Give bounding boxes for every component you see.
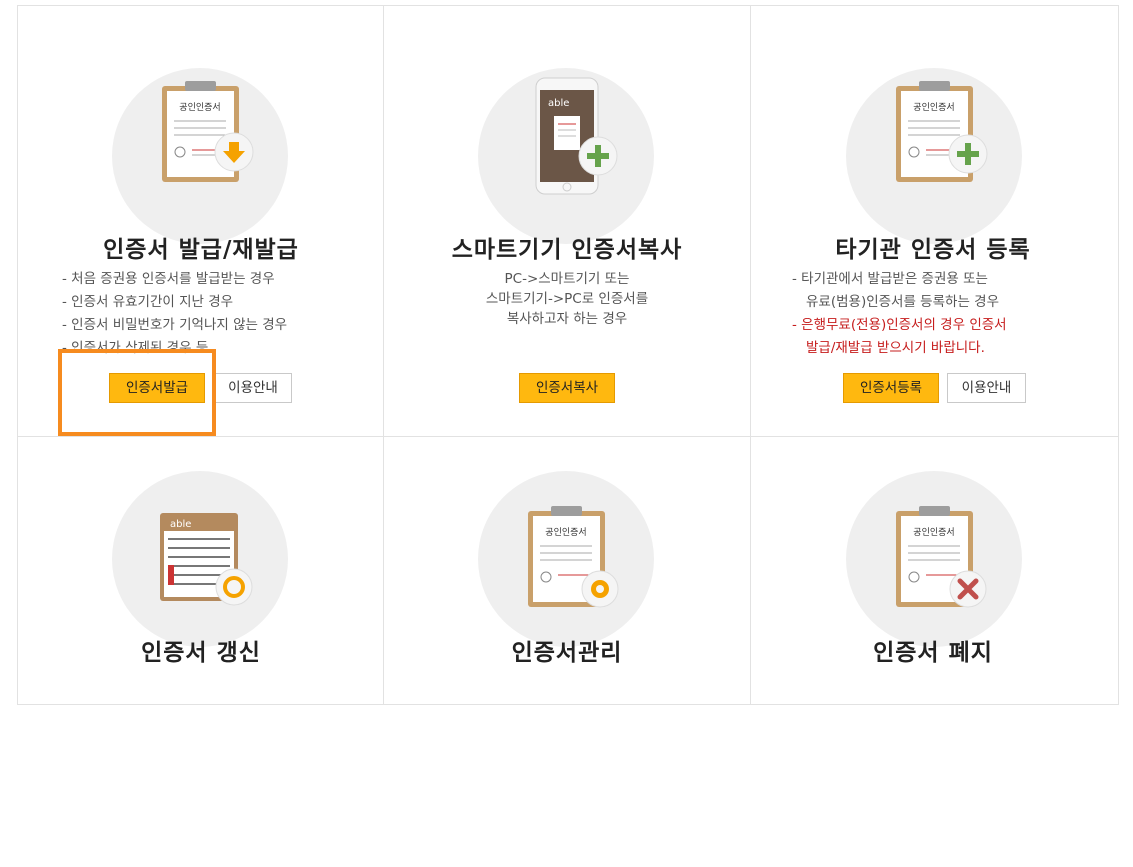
description-line: - 인증서가 삭제된 경우 등 (62, 340, 209, 356)
card-icon-circle: 공인인증서 (846, 68, 1022, 244)
card-issue-certificate: 공인인증서 인증서 발급/재발급 - 처음 증권용 인증서를 발급받는 경우 -… (18, 6, 384, 436)
usage-guide-button[interactable]: 이용안내 (214, 373, 292, 403)
description-line: - 인증서 유효기간이 지난 경우 (62, 294, 234, 310)
certificate-menu-grid: 공인인증서 인증서 발급/재발급 - 처음 증권용 인증서를 발급받는 경우 -… (17, 5, 1119, 705)
clipboard-title: 공인인증서 (913, 102, 954, 113)
certificate-settings-icon: 공인인증서 (528, 506, 619, 608)
description-line: 복사하고자 하는 경우 (506, 311, 628, 327)
copy-certificate-button[interactable]: 인증서복사 (519, 373, 615, 403)
card-title: 인증서관리 (511, 640, 623, 666)
card-register-other-certificate: 공인인증서 타기관 인증서 등록 - 타기관에서 발급받은 증권용 또는 유료(… (750, 6, 1116, 436)
card-title: 인증서 갱신 (141, 640, 261, 666)
certificate-delete-icon: 공인인증서 (896, 506, 987, 608)
description-line: PC->스마트기기 또는 (504, 271, 630, 287)
description-line: 유료(범용)인증서를 등록하는 경우 (806, 294, 999, 310)
phone-brand: able (548, 98, 569, 109)
description-line: - 처음 증권용 인증서를 발급받는 경우 (62, 271, 275, 287)
card-title: 스마트기기 인증서복사 (451, 237, 683, 263)
register-certificate-button[interactable]: 인증서등록 (843, 373, 939, 403)
card-description: PC->스마트기기 또는 스마트기기->PC로 인증서를 복사하고자 하는 경우 (384, 269, 750, 329)
card-title: 인증서 발급/재발급 (103, 237, 299, 263)
card-icon-circle: able (112, 471, 288, 647)
card-revoke-certificate: 공인인증서 인증서 폐지 (750, 437, 1116, 867)
calendar-brand: able (170, 519, 191, 530)
certificate-add-icon: 공인인증서 (896, 81, 988, 182)
issue-certificate-button[interactable]: 인증서발급 (109, 373, 205, 403)
card-description: - 처음 증권용 인증서를 발급받는 경우 - 인증서 유효기간이 지난 경우 … (62, 268, 287, 360)
card-icon-circle: able (478, 68, 654, 244)
clipboard-title: 공인인증서 (179, 102, 220, 113)
clipboard-title: 공인인증서 (913, 527, 954, 538)
card-icon-circle: 공인인증서 (478, 471, 654, 647)
card-copy-to-smart-device: able 스마트기기 인증서복사 PC->스마트기기 또는 스마트기기->PC로… (384, 6, 750, 436)
description-line: - 타기관에서 발급받은 증권용 또는 (792, 271, 988, 287)
card-title: 타기관 인증서 등록 (835, 237, 1031, 263)
clipboard-title: 공인인증서 (545, 527, 586, 538)
calendar-renew-icon: able (160, 513, 253, 606)
card-icon-circle: 공인인증서 (112, 68, 288, 244)
usage-guide-button[interactable]: 이용안내 (947, 373, 1026, 403)
warning-line: 발급/재발급 받으시기 바랍니다. (806, 340, 985, 356)
card-icon-circle: 공인인증서 (846, 471, 1022, 647)
smartphone-add-icon: able (535, 77, 618, 195)
card-title: 인증서 폐지 (873, 640, 993, 666)
description-line: - 인증서 비밀번호가 기억나지 않는 경우 (62, 317, 288, 333)
description-line: 스마트기기->PC로 인증서를 (485, 291, 649, 307)
certificate-download-icon: 공인인증서 (162, 81, 254, 182)
card-description: - 타기관에서 발급받은 증권용 또는 유료(범용)인증서를 등록하는 경우 -… (792, 268, 1007, 360)
warning-line: - 은행무료(전용)인증서의 경우 인증서 (792, 317, 1007, 333)
card-renew-certificate: able 인증서 갱신 (18, 437, 384, 867)
card-manage-certificate: 공인인증서 인증서관리 (384, 437, 750, 867)
